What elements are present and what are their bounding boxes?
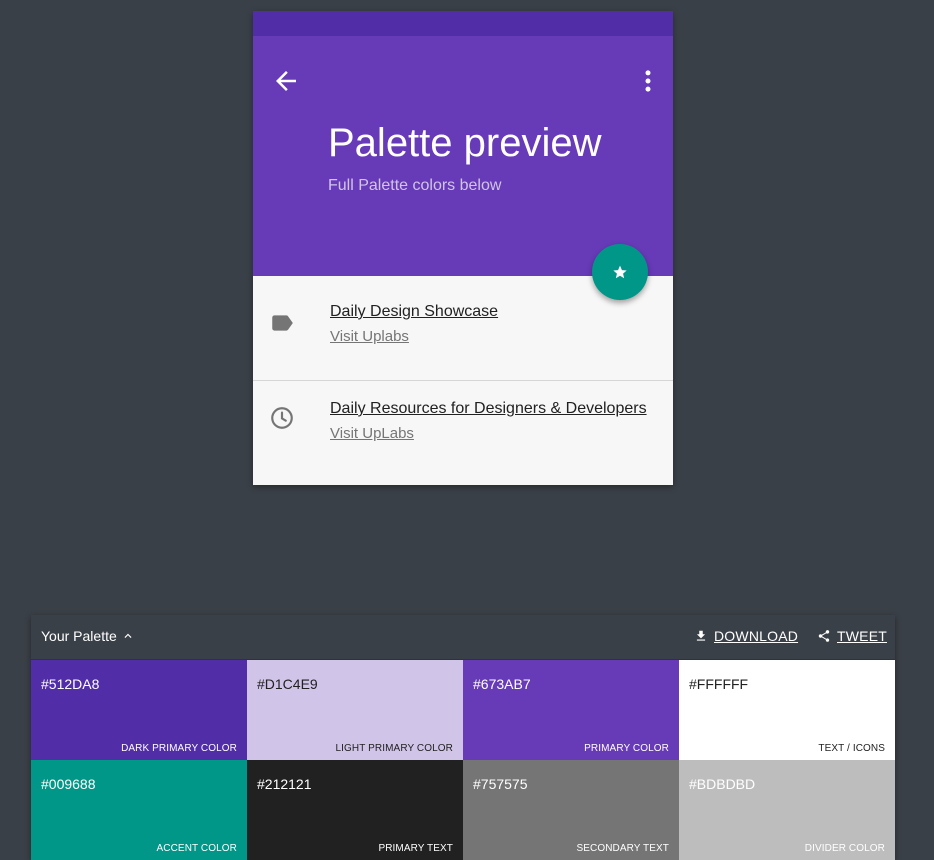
list-item-link[interactable]: Visit Uplabs — [330, 328, 409, 345]
swatch-dark-primary[interactable]: #512DA8 DARK PRIMARY COLOR — [31, 660, 247, 760]
swatch-secondary-text[interactable]: #757575 SECONDARY TEXT — [463, 760, 679, 860]
swatch-hex: #512DA8 — [41, 676, 100, 692]
swatch-hex: #D1C4E9 — [257, 676, 318, 692]
chevron-up-icon — [124, 633, 132, 638]
more-vert-icon[interactable] — [633, 66, 663, 96]
download-icon — [696, 630, 706, 641]
download-label: DOWNLOAD — [714, 628, 799, 644]
swatch-name: SECONDARY TEXT — [576, 843, 669, 854]
list-item: Daily Resources for Designers & Develope… — [253, 381, 673, 485]
swatch-name: TEXT / ICONS — [818, 743, 885, 754]
swatch-hex: #009688 — [41, 776, 96, 792]
list-item-title[interactable]: Daily Resources for Designers & Develope… — [330, 400, 647, 418]
tweet-button[interactable]: TWEET — [817, 628, 887, 644]
swatch-name: DARK PRIMARY COLOR — [121, 743, 237, 754]
palette-header: Your Palette DOWNLOAD TWEET — [31, 615, 895, 660]
palette-preview-card: Palette preview Full Palette colors belo… — [253, 11, 673, 485]
back-arrow-icon[interactable] — [271, 66, 301, 96]
palette-toggle[interactable]: Your Palette — [41, 628, 135, 644]
swatch-name: DIVIDER COLOR — [804, 843, 885, 854]
swatch-hex: #212121 — [257, 776, 312, 792]
palette-panel: Your Palette DOWNLOAD TWEET #512DA8 DARK… — [31, 615, 895, 860]
palette-title: Your Palette — [41, 628, 117, 644]
app-bar: Palette preview Full Palette colors belo… — [253, 36, 673, 276]
status-bar — [253, 11, 673, 36]
swatch-accent[interactable]: #009688 ACCENT COLOR — [31, 760, 247, 860]
swatch-hex: #FFFFFF — [689, 676, 749, 692]
swatch-name: PRIMARY COLOR — [584, 743, 669, 754]
swatch-light-primary[interactable]: #D1C4E9 LIGHT PRIMARY COLOR — [247, 660, 463, 760]
download-button[interactable]: DOWNLOAD — [694, 628, 798, 644]
list-item-title[interactable]: Daily Design Showcase — [330, 303, 498, 321]
page-subtitle: Full Palette colors below — [328, 177, 502, 194]
favorite-fab-button[interactable] — [592, 244, 648, 300]
swatch-hex: #673AB7 — [473, 676, 531, 692]
swatch-name: PRIMARY TEXT — [378, 843, 453, 854]
swatch-text-icons[interactable]: #FFFFFF TEXT / ICONS — [679, 660, 895, 760]
share-icon — [818, 630, 830, 642]
swatch-primary-text[interactable]: #212121 PRIMARY TEXT — [247, 760, 463, 860]
swatch-name: LIGHT PRIMARY COLOR — [335, 743, 453, 754]
list-item-link[interactable]: Visit UpLabs — [330, 425, 414, 442]
star-icon — [613, 265, 627, 279]
swatch-hex: #BDBDBD — [689, 776, 756, 792]
clock-icon — [269, 405, 295, 431]
page-title: Palette preview — [328, 121, 602, 165]
swatch-primary[interactable]: #673AB7 PRIMARY COLOR — [463, 660, 679, 760]
swatch-hex: #757575 — [473, 776, 528, 792]
swatch-name: ACCENT COLOR — [156, 843, 237, 854]
swatch-divider[interactable]: #BDBDBD DIVIDER COLOR — [679, 760, 895, 860]
tweet-label: TWEET — [837, 628, 887, 644]
swatch-grid: #512DA8 DARK PRIMARY COLOR #D1C4E9 LIGHT… — [31, 660, 895, 860]
label-icon — [269, 310, 295, 336]
